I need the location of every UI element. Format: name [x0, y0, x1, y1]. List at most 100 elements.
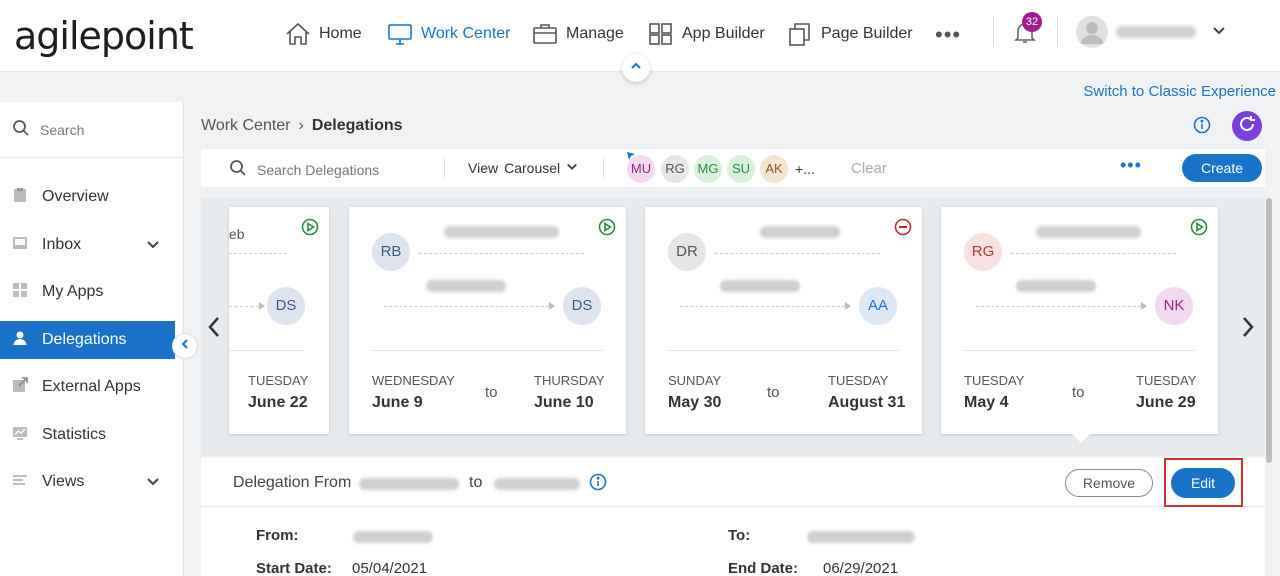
carousel-prev-button[interactable] [207, 316, 221, 343]
delegation-card-selected[interactable]: RG NK TUESDAY May 4 to TUESDAY June 29 [941, 207, 1218, 434]
sidebar-collapse-button[interactable] [172, 333, 198, 359]
search-delegations-input[interactable]: Search Delegations [229, 159, 379, 180]
delegation-card[interactable]: eb DS TUESDAY June 22 [229, 207, 329, 434]
delegator-avatar: RG [964, 233, 1002, 271]
delegate-avatar: DS [563, 287, 601, 325]
grid-icon [648, 22, 674, 46]
apps-grid-icon [12, 282, 28, 303]
filter-chip-rg[interactable]: RG [661, 155, 689, 183]
nav-app-builder[interactable]: App Builder [648, 0, 765, 68]
pages-icon [787, 22, 813, 46]
divider [603, 157, 604, 179]
switch-classic-link[interactable]: Switch to Classic Experience [1083, 83, 1276, 100]
divider [419, 253, 584, 254]
notification-badge: 32 [1022, 12, 1042, 32]
divider [229, 253, 287, 254]
start-date-label: Start Date: [256, 560, 332, 576]
nav-page-builder-label: Page Builder [821, 25, 913, 42]
info-icon[interactable] [1193, 116, 1211, 139]
nav-work-center-label: Work Center [421, 25, 511, 42]
sidebar-item-label: Statistics [42, 426, 107, 443]
sidebar-item-label: My Apps [42, 283, 104, 300]
filter-chips-more[interactable]: +... [795, 161, 815, 177]
sidebar-item-external-apps[interactable]: External Apps [0, 368, 184, 406]
start-date-value: 05/04/2021 [352, 560, 428, 576]
end-day: TUESDAY [1136, 373, 1197, 388]
sidebar-item-inbox[interactable]: Inbox [0, 226, 184, 264]
chevron-left-icon [207, 317, 221, 342]
sidebar-item-label: External Apps [42, 378, 141, 395]
toolbar-more-button[interactable]: ••• [1120, 155, 1142, 176]
detail-title: Delegation From [233, 474, 352, 491]
external-link-icon [12, 376, 28, 398]
view-selector[interactable]: View Carousel [468, 160, 578, 176]
divider [668, 350, 899, 351]
search-icon [229, 159, 247, 180]
create-button[interactable]: Create [1182, 154, 1262, 182]
agilepoint-logo[interactable]: agilepoint [14, 14, 194, 58]
play-status-icon [301, 218, 319, 241]
filter-chip-mu[interactable]: MU [627, 155, 655, 183]
user-avatar[interactable] [1076, 16, 1108, 48]
sidebar-item-my-apps[interactable]: My Apps [0, 273, 184, 311]
nav-work-center[interactable]: Work Center [387, 0, 511, 68]
divider [1057, 16, 1058, 46]
nav-home-label: Home [319, 25, 362, 42]
nav-more-button[interactable]: ••• [935, 22, 961, 48]
arrow-icon [1141, 302, 1147, 310]
chevron-down-icon[interactable] [1212, 24, 1226, 43]
delegator-name-redacted [444, 226, 559, 238]
stop-status-icon [894, 218, 912, 241]
filter-chip-mg[interactable]: MG [694, 155, 722, 183]
end-date: June 10 [534, 394, 594, 411]
nav-page-builder[interactable]: Page Builder [787, 0, 913, 68]
sidebar-item-views[interactable]: Views [0, 463, 184, 501]
remove-button[interactable]: Remove [1065, 469, 1153, 497]
divider [1011, 253, 1176, 254]
delegation-detail-panel: Delegation From to Remove Edit From: To:… [201, 458, 1265, 576]
collapse-header-button[interactable] [622, 54, 650, 82]
play-status-icon [598, 218, 616, 241]
sidebar-item-statistics[interactable]: Statistics [0, 416, 184, 454]
breadcrumb-parent[interactable]: Work Center [201, 117, 291, 135]
inbox-icon [12, 235, 28, 256]
divider [964, 350, 1195, 351]
edit-button[interactable]: Edit [1171, 468, 1235, 498]
scrollbar[interactable] [1266, 198, 1272, 463]
to-label: To: [728, 527, 751, 544]
nav-home[interactable]: Home [285, 0, 362, 68]
detail-header: Delegation From to Remove Edit [201, 458, 1265, 507]
chevron-down-icon[interactable] [146, 475, 160, 494]
clear-filters-button[interactable]: Clear [851, 160, 887, 177]
selected-card-pointer [1072, 434, 1090, 443]
filter-chip-su[interactable]: SU [727, 155, 755, 183]
divider [993, 16, 994, 46]
breadcrumb-current: Delegations [311, 117, 403, 134]
end-date: June 29 [1136, 394, 1196, 411]
to-word: to [485, 384, 498, 401]
refresh-icon [1238, 115, 1256, 138]
delegate-name-redacted [720, 280, 800, 292]
chevron-down-icon[interactable] [146, 238, 160, 257]
sidebar-item-delegations[interactable]: Delegations [0, 321, 175, 359]
carousel-next-button[interactable] [1241, 316, 1255, 343]
filter-chip-ak[interactable]: AK [760, 155, 788, 183]
breadcrumb-separator: › [298, 117, 304, 134]
nav-manage[interactable]: Manage [532, 0, 624, 68]
arrow-icon [259, 302, 265, 310]
to-word: to [767, 384, 780, 401]
delegation-card[interactable]: DR AA SUNDAY May 30 to TUESDAY August 31 [645, 207, 922, 434]
sidebar-search-placeholder: Search [40, 121, 85, 138]
chart-icon [12, 425, 28, 446]
end-date: June 22 [248, 394, 308, 411]
delegation-card[interactable]: RB DS WEDNESDAY June 9 to THURSDAY June … [349, 207, 626, 434]
divider [229, 306, 259, 307]
sidebar-search[interactable]: Search [0, 102, 184, 158]
refresh-button[interactable] [1232, 111, 1262, 141]
delegations-toolbar: Search Delegations View Carousel MU RG M… [201, 149, 1265, 187]
divider [372, 350, 603, 351]
info-icon[interactable] [589, 473, 607, 496]
divider [976, 306, 1141, 307]
delegate-avatar: DS [267, 287, 305, 325]
sidebar-item-overview[interactable]: Overview [0, 178, 184, 216]
